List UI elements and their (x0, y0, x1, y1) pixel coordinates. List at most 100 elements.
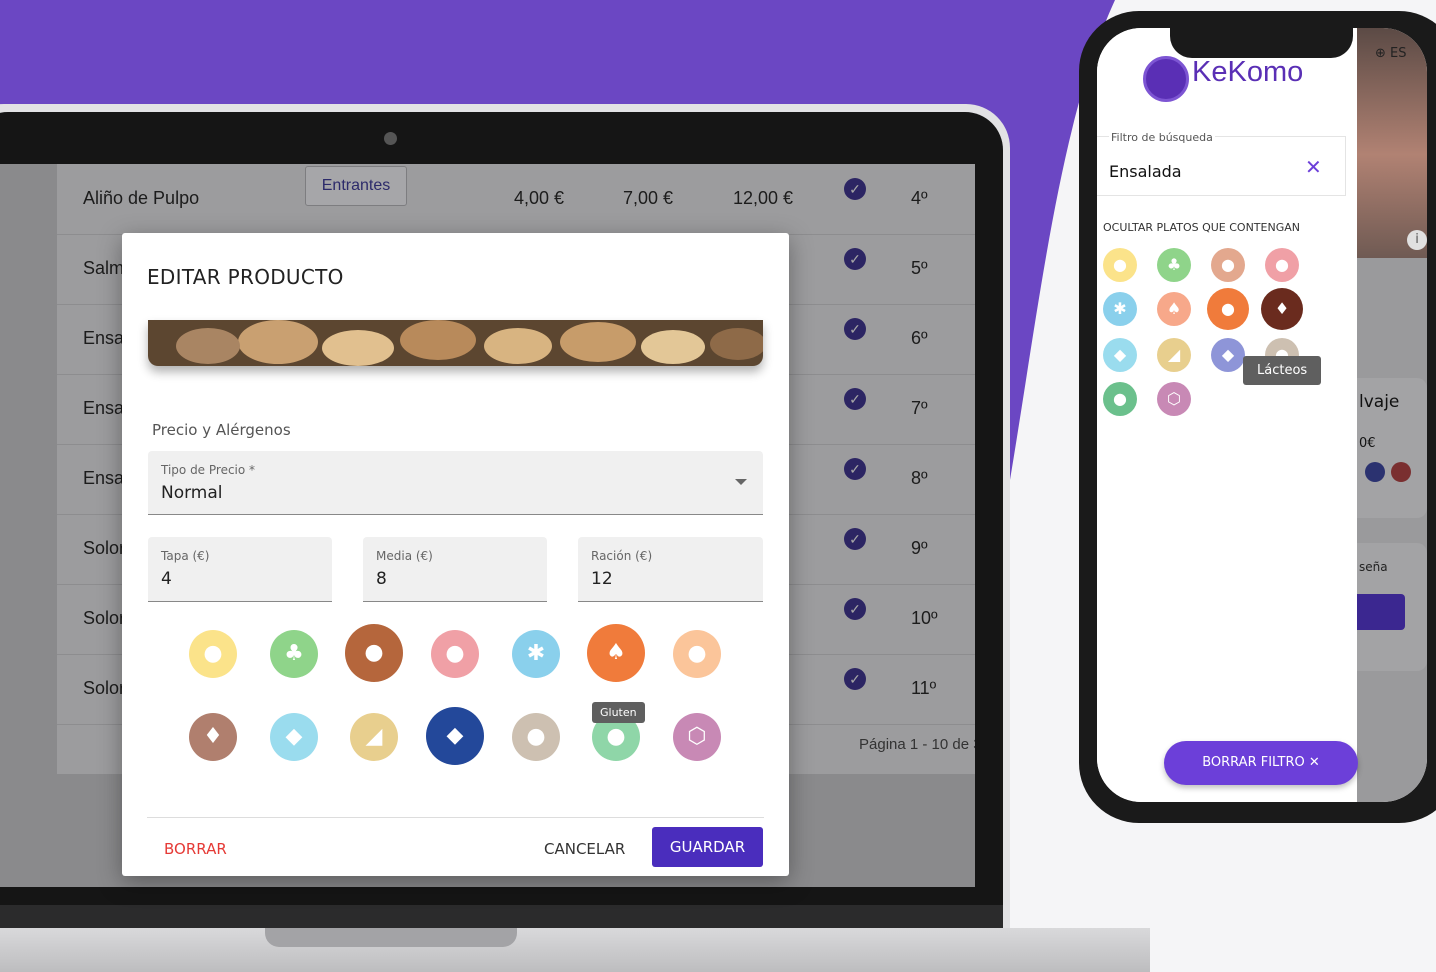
sulphites-icon[interactable]: ⬡ (673, 713, 721, 761)
product-name: Solor (83, 608, 126, 628)
nuts-icon[interactable]: ● (431, 630, 479, 678)
mustard-icon[interactable]: ◢ (1157, 338, 1191, 372)
peanuts-icon[interactable]: ● (345, 624, 403, 682)
filter-panel: KeKomo Filtro de búsqueda Ensalada ✕ OCU… (1097, 28, 1357, 802)
fish-icon[interactable]: ◆ (426, 707, 484, 765)
peanuts-icon[interactable]: ● (1211, 248, 1245, 282)
celery-icon[interactable]: ♣ (1157, 248, 1191, 282)
field-label: Tipo de Precio * (161, 463, 256, 477)
soy-icon[interactable]: ● (1207, 288, 1249, 330)
sulphites-icon[interactable]: ⬡ (1157, 382, 1191, 416)
order-value: 4º (911, 188, 928, 208)
order-value: 10º (911, 608, 938, 628)
category-chip[interactable]: Entrantes (305, 166, 407, 206)
check-icon[interactable]: ✓ (844, 458, 866, 480)
laptop-hinge (0, 905, 1003, 929)
partial-text: 0€ (1359, 436, 1376, 451)
eggs-icon[interactable]: ● (1103, 248, 1137, 282)
order-value: 6º (911, 328, 928, 348)
product-name: Ensa (83, 468, 125, 488)
gluten-icon[interactable]: ♠ (587, 624, 645, 682)
sesame-icon[interactable]: ● (512, 713, 560, 761)
field-label: Tapa (€) (161, 549, 210, 563)
eggs-icon[interactable]: ● (189, 630, 237, 678)
product-name: Salm (83, 258, 125, 278)
price-type-select[interactable]: Tipo de Precio * Normal (148, 451, 763, 515)
dialog-title: EDITAR PRODUCTO (147, 265, 344, 289)
close-icon[interactable]: ✕ (1305, 155, 1322, 179)
table-row[interactable]: Aliño de Pulpo Entrantes 4,00 € 7,00 € 1… (57, 164, 975, 235)
dialog-actions-divider (147, 817, 764, 818)
field-label: Media (€) (376, 549, 433, 563)
language-selector[interactable]: ⊕ ES (1375, 46, 1407, 61)
partial-text: seña (1359, 560, 1388, 574)
product-name: Ensa (83, 328, 125, 348)
fish-icon[interactable]: ◆ (1211, 338, 1245, 372)
partial-text: lvaje (1359, 392, 1400, 412)
tapa-price-field[interactable]: Tapa (€) 4 (148, 537, 332, 602)
background-content: lvaje 0€ seña (1357, 258, 1427, 802)
order-value: 8º (911, 468, 928, 488)
racion-price-field[interactable]: Ración (€) 12 (578, 537, 763, 602)
close-icon: ✕ (1308, 755, 1320, 770)
field-label: Ración (€) (591, 549, 653, 563)
search-input[interactable]: Ensalada (1109, 162, 1182, 181)
crustaceans-icon[interactable]: ✱ (1103, 292, 1137, 326)
mustard-icon[interactable]: ◢ (350, 713, 398, 761)
dairy-icon[interactable]: ♦ (189, 713, 237, 761)
search-filter-field[interactable]: Filtro de búsqueda Ensalada ✕ (1097, 131, 1346, 196)
edit-product-dialog: EDITAR PRODUCTO Precio y Alérgenos Tipo … (122, 233, 789, 876)
product-name: Solor (83, 678, 126, 698)
check-icon[interactable]: ✓ (844, 668, 866, 690)
camera-dot (384, 132, 397, 145)
price-racion: 12,00 € (733, 188, 794, 208)
order-value: 11º (911, 678, 937, 698)
price-media: 7,00 € (623, 188, 674, 208)
field-value: 8 (376, 569, 387, 589)
laptop-notch (265, 928, 517, 947)
field-label: Filtro de búsqueda (1109, 131, 1215, 144)
nuts-icon (1391, 462, 1411, 482)
field-value: 12 (591, 569, 613, 589)
submit-button[interactable] (1357, 594, 1405, 630)
delete-button[interactable]: BORRAR (164, 840, 227, 858)
check-icon[interactable]: ✓ (844, 178, 866, 200)
order-value: 5º (911, 258, 928, 278)
fish-icon (1365, 462, 1385, 482)
dairy-icon[interactable]: ♦ (1261, 288, 1303, 330)
field-value: Normal (161, 483, 223, 503)
phone-screen: lvaje 0€ seña ⊕ ES i KeKomo Filtro de bú… (1097, 28, 1427, 802)
cancel-button[interactable]: CANCELAR (544, 840, 625, 858)
logo-text: KeKomo (1192, 56, 1304, 88)
globe-icon: ⊕ (1375, 46, 1386, 61)
crustaceans-icon[interactable]: ✱ (512, 630, 560, 678)
save-button[interactable]: GUARDAR (652, 827, 763, 867)
clear-filter-button[interactable]: BORRAR FILTRO ✕ (1164, 741, 1358, 785)
order-value: 7º (911, 398, 928, 418)
lupin-icon[interactable]: ● (1103, 382, 1137, 416)
hide-label: OCULTAR PLATOS QUE CONTENGAN (1103, 221, 1300, 234)
celery-icon[interactable]: ♣ (270, 630, 318, 678)
logo-icon (1143, 56, 1189, 102)
soy-icon[interactable]: ● (673, 630, 721, 678)
media-price-field[interactable]: Media (€) 8 (363, 537, 547, 602)
check-icon[interactable]: ✓ (844, 598, 866, 620)
product-image (148, 320, 763, 366)
product-name: Aliño de Pulpo (83, 188, 200, 208)
pagination-text: Página 1 - 10 de 32 (859, 736, 975, 753)
check-icon[interactable]: ✓ (844, 248, 866, 270)
check-icon[interactable]: ✓ (844, 528, 866, 550)
molluscs-icon[interactable]: ◆ (270, 713, 318, 761)
gluten-icon[interactable]: ♠ (1157, 292, 1191, 326)
section-label: Precio y Alérgenos (152, 421, 291, 439)
tooltip: Lácteos (1243, 356, 1322, 385)
order-value: 9º (911, 538, 928, 558)
field-value: 4 (161, 569, 172, 589)
price-tapa: 4,00 € (514, 188, 565, 208)
check-icon[interactable]: ✓ (844, 388, 866, 410)
product-name: Ensa (83, 398, 125, 418)
info-icon[interactable]: i (1407, 230, 1427, 250)
nuts-icon[interactable]: ● (1265, 248, 1299, 282)
check-icon[interactable]: ✓ (844, 318, 866, 340)
molluscs-icon[interactable]: ◆ (1103, 338, 1137, 372)
